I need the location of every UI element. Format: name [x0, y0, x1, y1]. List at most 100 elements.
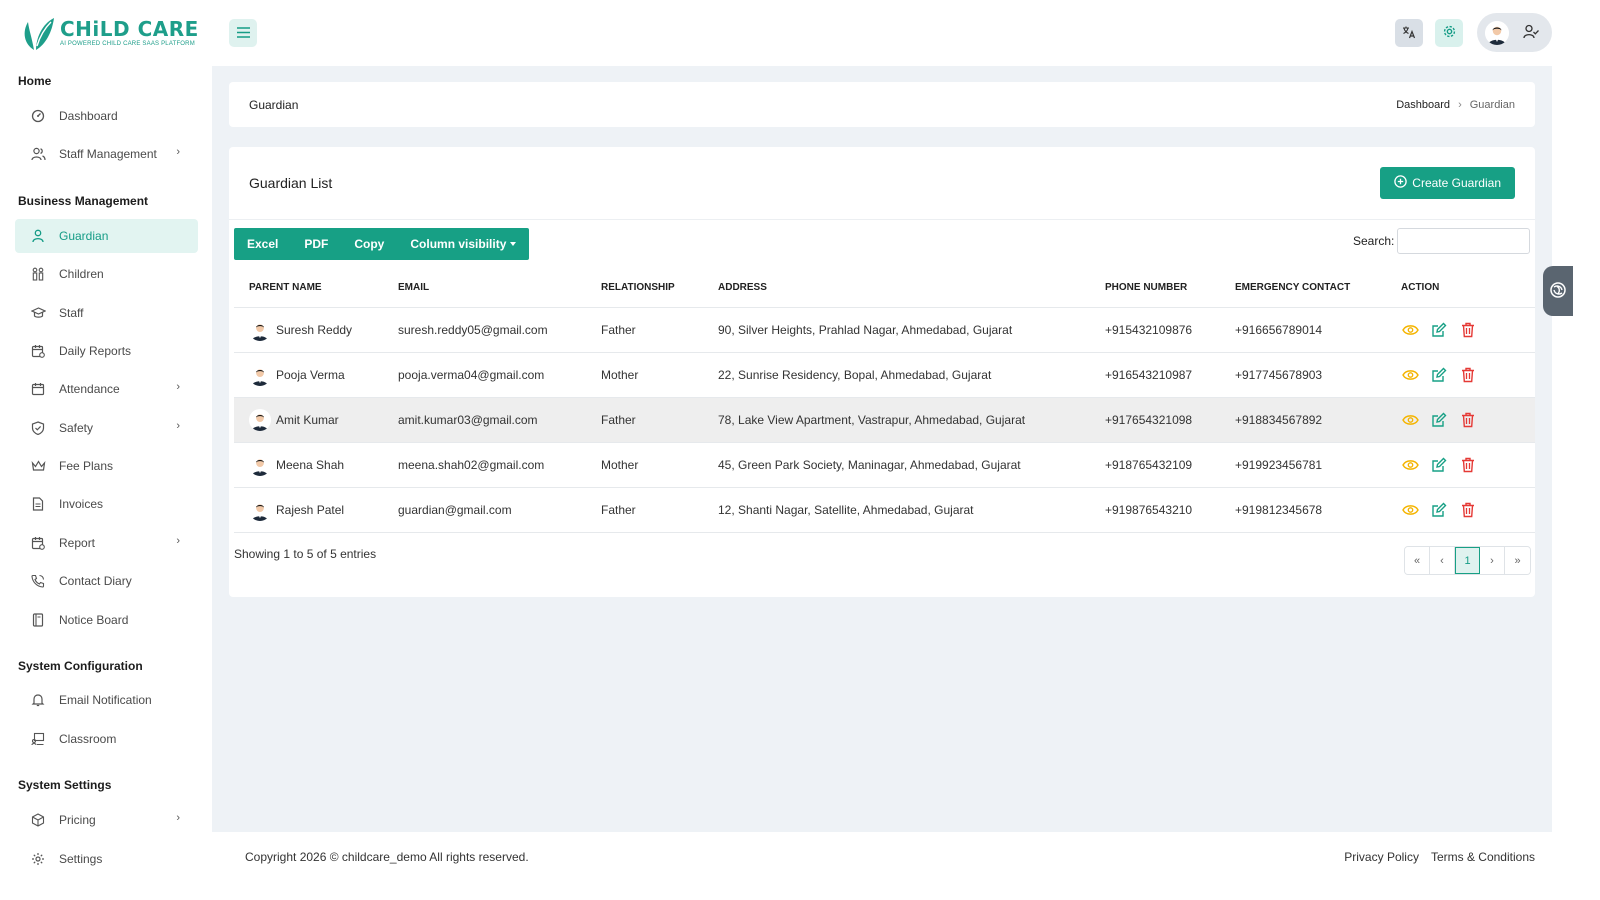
emergency-contact-cell: +919812345678: [1220, 487, 1386, 533]
sidebar-item-children[interactable]: Children: [15, 257, 198, 291]
excel-export-button[interactable]: Excel: [234, 228, 291, 260]
sidebar-item-label: Daily Reports: [59, 344, 132, 358]
sidebar-item-notice-board[interactable]: Notice Board: [15, 603, 198, 637]
gear-icon: [30, 851, 46, 867]
sidebar-item-attendance[interactable]: Attendance ›: [15, 372, 198, 406]
user-menu[interactable]: [1477, 13, 1552, 52]
sidebar-item-label: Pricing: [59, 813, 96, 827]
copy-button[interactable]: Copy: [341, 228, 397, 260]
search-input[interactable]: [1397, 228, 1530, 254]
edit-icon[interactable]: [1430, 411, 1448, 429]
chevron-right-icon: ›: [1458, 99, 1462, 111]
pdf-export-button[interactable]: PDF: [291, 228, 341, 260]
sidebar-item-safety[interactable]: Safety ›: [15, 411, 198, 445]
footer-links: Privacy Policy Terms & Conditions: [1344, 850, 1535, 864]
column-visibility-button[interactable]: Column visibility: [397, 228, 529, 260]
menu-toggle-button[interactable]: [229, 19, 257, 47]
delete-icon[interactable]: [1459, 501, 1477, 519]
edit-icon[interactable]: [1430, 321, 1448, 339]
action-cell: [1386, 352, 1535, 398]
edit-icon[interactable]: [1430, 456, 1448, 474]
plus-circle-icon: [1394, 175, 1408, 191]
children-icon: [30, 266, 46, 282]
next-page-button[interactable]: ›: [1480, 547, 1505, 574]
relationship-cell: Mother: [586, 352, 703, 398]
view-icon[interactable]: [1401, 411, 1419, 429]
sidebar-item-staff-management[interactable]: Staff Management ›: [15, 137, 198, 171]
emergency-contact-cell: +919923456781: [1220, 442, 1386, 488]
breadcrumb-current: Guardian: [1469, 99, 1515, 111]
sidebar-item-settings[interactable]: Settings: [15, 842, 198, 876]
user-icon: [30, 228, 46, 244]
edit-icon[interactable]: [1430, 366, 1448, 384]
sidebar-item-staff[interactable]: Staff: [15, 296, 198, 330]
brand-logo[interactable]: CHiLD CARE AI POWERED CHILD CARE SAAS PL…: [20, 14, 199, 52]
chevron-right-icon: ›: [176, 535, 180, 547]
breadcrumb: Dashboard › Guardian: [1396, 99, 1515, 111]
calendar-report-icon: [30, 343, 46, 359]
relationship-cell: Father: [586, 307, 703, 353]
create-guardian-button[interactable]: Create Guardian: [1380, 167, 1515, 199]
delete-icon[interactable]: [1459, 411, 1477, 429]
sidebar-item-label: Notice Board: [59, 613, 129, 627]
parent-name: Pooja Verma: [276, 367, 345, 382]
column-header-address[interactable]: ADDRESS: [703, 269, 1090, 308]
sidebar-item-fee-plans[interactable]: Fee Plans: [15, 449, 198, 483]
chevron-right-icon: ›: [176, 146, 180, 158]
view-icon[interactable]: [1401, 321, 1419, 339]
sidebar-item-report[interactable]: Report ›: [15, 526, 198, 560]
column-header-relationship[interactable]: RELATIONSHIP: [586, 269, 703, 308]
view-icon[interactable]: [1401, 456, 1419, 474]
parent-name-cell: Suresh Reddy: [234, 307, 383, 353]
delete-icon[interactable]: [1459, 366, 1477, 384]
relationship-cell: Mother: [586, 442, 703, 488]
column-header-email[interactable]: EMAIL: [383, 269, 586, 308]
column-header-emergency-contact[interactable]: EMERGENCY CONTACT: [1220, 269, 1386, 308]
delete-icon[interactable]: [1459, 321, 1477, 339]
view-icon[interactable]: [1401, 366, 1419, 384]
sidebar-item-invoices[interactable]: Invoices: [15, 487, 198, 521]
calendar-report-icon: [30, 535, 46, 551]
sidebar-item-daily-reports[interactable]: Daily Reports: [15, 334, 198, 368]
edit-icon[interactable]: [1430, 501, 1448, 519]
breadcrumb-dashboard-link[interactable]: Dashboard: [1396, 99, 1450, 111]
copyright-text: Copyright 2026 © childcare_demo All righ…: [245, 850, 529, 864]
settings-button[interactable]: [1435, 19, 1463, 47]
page-1-button[interactable]: 1: [1455, 547, 1480, 574]
privacy-policy-link[interactable]: Privacy Policy: [1344, 850, 1419, 864]
sidebar-item-dashboard[interactable]: Dashboard: [15, 99, 198, 133]
parent-name: Meena Shah: [276, 457, 345, 472]
terms-link[interactable]: Terms & Conditions: [1431, 850, 1535, 864]
sidebar-item-contact-diary[interactable]: Contact Diary: [15, 564, 198, 598]
sidebar-item-classroom[interactable]: Classroom: [15, 722, 198, 756]
avatar: [249, 408, 271, 431]
crown-icon: [30, 458, 46, 474]
search-label: Search:: [1353, 234, 1395, 248]
email-cell: guardian@gmail.com: [383, 487, 586, 533]
sidebar-item-label: Children: [59, 267, 104, 281]
hamburger-icon: [236, 26, 250, 41]
table-row: Meena Shah meena.shah02@gmail.com Mother 45…: [234, 442, 1535, 488]
address-cell: 78, Lake View Apartment, Vastrapur, Ahme…: [703, 397, 1090, 443]
address-cell: 45, Green Park Society, Maninagar, Ahmed…: [703, 442, 1090, 488]
sidebar-item-label: Report: [59, 536, 96, 550]
chevron-right-icon: ›: [176, 381, 180, 393]
sidebar-item-label: Guardian: [59, 229, 109, 243]
table-info: Showing 1 to 5 of 5 entries: [234, 547, 377, 561]
column-header-action: ACTION: [1386, 269, 1535, 308]
delete-icon[interactable]: [1459, 456, 1477, 474]
last-page-button[interactable]: »: [1505, 547, 1530, 574]
emergency-contact-cell: +918834567892: [1220, 397, 1386, 443]
sidebar-item-email-notification[interactable]: Email Notification: [15, 683, 198, 717]
table-row: Amit Kumar amit.kumar03@gmail.com Father 78…: [234, 397, 1535, 443]
sidebar-item-pricing[interactable]: Pricing ›: [15, 803, 198, 837]
ai-assistant-tab[interactable]: [1543, 266, 1573, 316]
column-header-parent-name[interactable]: PARENT NAME: [234, 269, 383, 308]
view-icon[interactable]: [1401, 501, 1419, 519]
sidebar-item-guardian[interactable]: Guardian: [15, 219, 198, 253]
first-page-button[interactable]: «: [1405, 547, 1430, 574]
column-header-phone-number[interactable]: PHONE NUMBER: [1090, 269, 1220, 308]
translate-button[interactable]: [1395, 19, 1423, 47]
user-check-icon: [1523, 24, 1539, 42]
previous-page-button[interactable]: ‹: [1430, 547, 1455, 574]
